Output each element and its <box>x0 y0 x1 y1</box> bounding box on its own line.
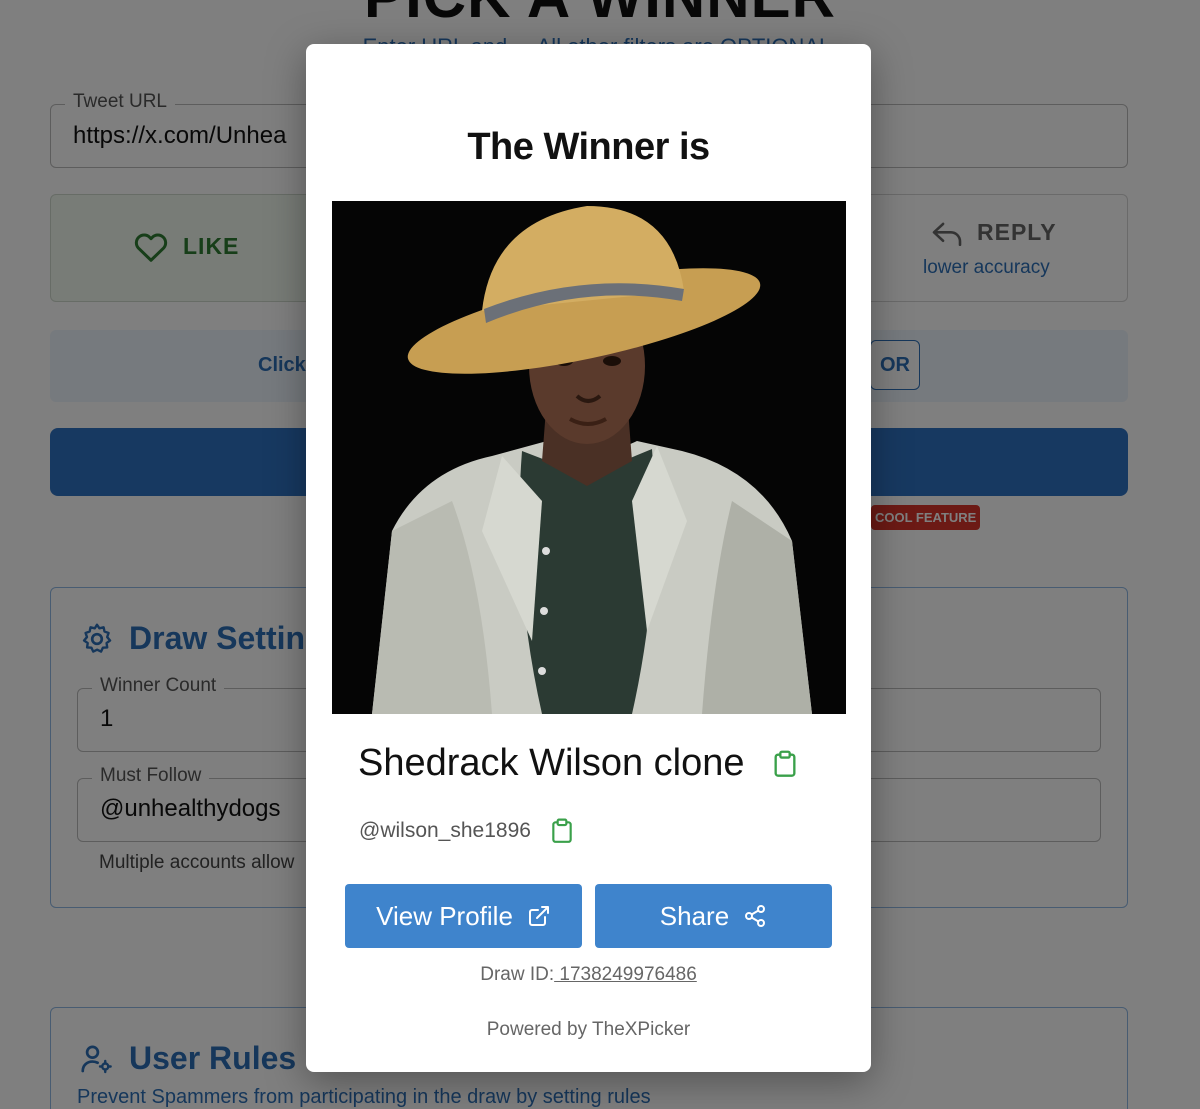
winner-avatar <box>332 201 846 714</box>
view-profile-button[interactable]: View Profile <box>345 884 582 948</box>
copy-name-clipboard-icon[interactable] <box>773 750 797 778</box>
winner-modal: The Winner is Shedrack Wilson clone @wil… <box>306 44 871 1072</box>
winner-handle: @wilson_she1896 <box>359 819 531 842</box>
powered-by: Powered by TheXPicker <box>486 1019 691 1040</box>
draw-id-link[interactable]: 1738249976486 <box>554 964 696 985</box>
share-button[interactable]: Share <box>595 884 832 948</box>
draw-id: Draw ID: 1738249976486 <box>306 964 871 986</box>
modal-title: The Winner is <box>467 126 710 168</box>
winner-name: Shedrack Wilson clone <box>358 742 745 784</box>
copy-handle-clipboard-icon[interactable] <box>551 818 573 844</box>
draw-id-label: Draw ID: <box>480 964 555 985</box>
external-link-icon <box>527 904 551 928</box>
view-profile-label: View Profile <box>376 900 513 931</box>
share-icon <box>743 904 767 928</box>
share-label: Share <box>659 900 730 931</box>
